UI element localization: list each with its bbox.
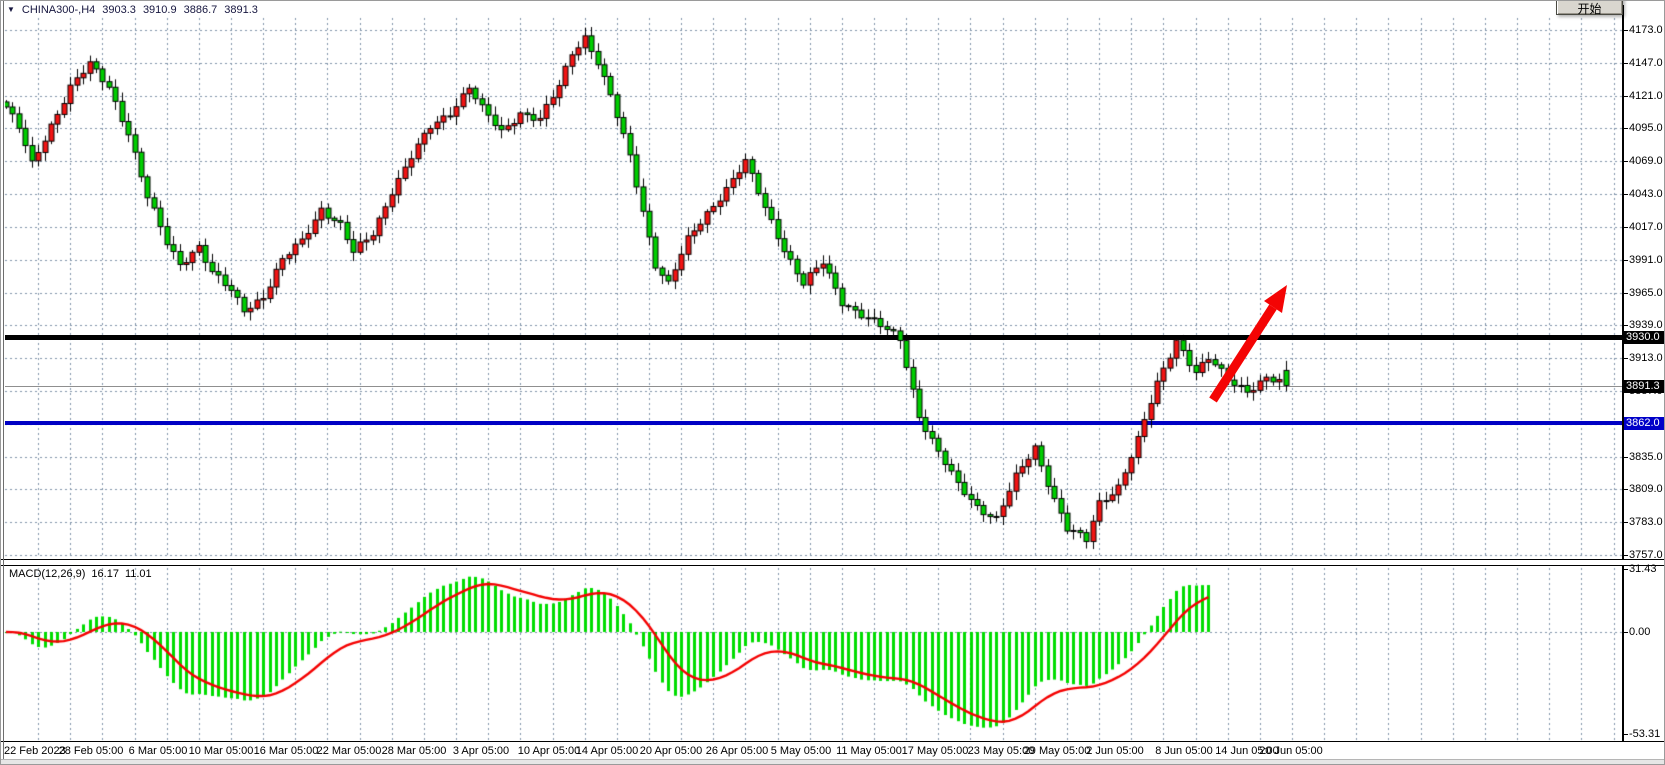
macd-tick-label: 31.43 (1629, 563, 1657, 575)
price-tick (1623, 227, 1628, 228)
chart-header: ▼ CHINA300-,H4 3903.3 3910.9 3886.7 3891.3 (7, 4, 265, 16)
date-label: 16 Mar 05:00 (254, 745, 319, 757)
date-label: 29 May 05:00 (1024, 745, 1091, 757)
window-bottom-edge (1, 759, 1665, 765)
price-tick (1623, 30, 1628, 31)
price-tick-label: 4147.0 (1629, 57, 1663, 69)
macd-signal-value: 11.01 (125, 568, 152, 580)
date-label: 22 Mar 05:00 (317, 745, 382, 757)
up-trend-arrow[interactable] (1199, 273, 1299, 413)
date-label: 28 Mar 05:00 (382, 745, 447, 757)
price-tick-label: 4173.0 (1629, 24, 1663, 36)
date-label: 28 Feb 05:00 (59, 745, 124, 757)
date-label: 11 May 05:00 (836, 745, 902, 757)
macd-tick-label: 0.00 (1629, 626, 1650, 638)
price-tick (1623, 522, 1628, 523)
price-tick-label: 3809.0 (1629, 483, 1663, 495)
price-tick-label: 4095.0 (1629, 122, 1663, 134)
price-tick (1623, 260, 1628, 261)
time-axis[interactable]: 22 Feb 202328 Feb 05:00 6 Mar 05:0010 Mar… (1, 742, 1665, 759)
window-left-edge (3, 1, 4, 759)
price-tick (1623, 457, 1628, 458)
price-tick-label: 4043.0 (1629, 188, 1663, 200)
start-button[interactable]: 开始 (1556, 0, 1623, 15)
macd-name: MACD(12,26,9) (9, 568, 85, 580)
price-tick-label: 4121.0 (1629, 90, 1663, 102)
price-tag-3891.3: 3891.3 (1624, 380, 1665, 393)
symbol-dropdown-icon[interactable]: ▼ (7, 5, 15, 14)
date-label: 14 Apr 05:00 (576, 745, 638, 757)
ohlc-high: 3910.9 (143, 4, 177, 16)
date-label: 2 Jun 05:00 (1086, 745, 1144, 757)
price-tick (1623, 194, 1628, 195)
price-tick (1623, 358, 1628, 359)
ohlc-open: 3903.3 (102, 4, 136, 16)
macd-tick (1623, 734, 1628, 735)
date-label: 5 May 05:00 (771, 745, 832, 757)
date-label: 10 Apr 05:00 (518, 745, 580, 757)
price-tick (1623, 128, 1628, 129)
price-tag-3930.0: 3930.0 (1624, 331, 1665, 344)
price-tick-label: 3991.0 (1629, 254, 1663, 266)
macd-tick-label: -53.31 (1629, 728, 1660, 740)
price-tick (1623, 63, 1628, 64)
price-tick (1623, 489, 1628, 490)
price-tick-label: 3913.0 (1629, 352, 1663, 364)
chart-window: ▼ CHINA300-,H4 3903.3 3910.9 3886.7 3891.3 开始… (0, 0, 1665, 765)
price-tick-label: 4017.0 (1629, 221, 1663, 233)
price-tick (1623, 293, 1628, 294)
panel-splitter[interactable] (1, 559, 1665, 566)
price-axis-separator (1622, 5, 1624, 741)
ohlc-close: 3891.3 (224, 4, 258, 16)
price-tick-label: 4069.0 (1629, 155, 1663, 167)
ohlc-low: 3886.7 (184, 4, 218, 16)
date-label: 8 Jun 05:00 (1155, 745, 1213, 757)
macd-indicator-label: MACD(12,26,9) 16.17 11.01 (9, 568, 158, 580)
date-label: 26 Apr 05:00 (706, 745, 768, 757)
price-tick-label: 3939.0 (1629, 319, 1663, 331)
price-tick (1623, 325, 1628, 326)
price-tick-label: 3835.0 (1629, 451, 1663, 463)
date-label: 10 Mar 05:00 (189, 745, 254, 757)
macd-tick (1623, 569, 1628, 570)
macd-value: 16.17 (91, 568, 119, 580)
macd-tick (1623, 632, 1628, 633)
date-label: 3 Apr 05:00 (453, 745, 509, 757)
price-tick (1623, 161, 1628, 162)
candlestick-and-macd-canvas[interactable] (1, 1, 1665, 765)
price-tick-label: 3965.0 (1629, 287, 1663, 299)
symbol-timeframe: CHINA300-,H4 (22, 4, 95, 16)
price-tick-label: 3783.0 (1629, 516, 1663, 528)
date-label: 20 Apr 05:00 (640, 745, 702, 757)
date-label: 6 Mar 05:00 (129, 745, 188, 757)
date-label: 22 Feb 2023 (4, 745, 66, 757)
date-label: 20 Jun 05:00 (1259, 745, 1323, 757)
price-tag-3862.0: 3862.0 (1624, 417, 1665, 430)
price-tick (1623, 555, 1628, 556)
date-label: 17 May 05:00 (902, 745, 969, 757)
price-tick (1623, 96, 1628, 97)
